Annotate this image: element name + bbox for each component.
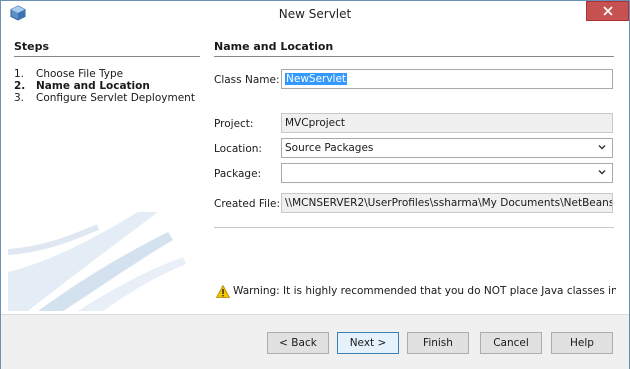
step-item: 3. Configure Servlet Deployment <box>14 92 202 104</box>
panel-divider <box>214 56 614 57</box>
created-file-label: Created File: <box>214 198 280 210</box>
step-label: Configure Servlet Deployment <box>36 92 195 104</box>
step-number: 2. <box>14 80 26 92</box>
chevron-down-icon <box>598 145 606 150</box>
project-label: Project: <box>214 118 254 130</box>
step-label: Choose File Type <box>36 68 124 80</box>
steps-panel: Steps 1. Choose File Type 2. Name and Loca… <box>8 32 203 311</box>
chevron-down-icon <box>598 170 606 175</box>
decorative-swoosh-graphic <box>8 212 186 311</box>
warning-message: Warning: It is highly recommended that y… <box>216 282 616 300</box>
help-button[interactable]: Help <box>551 332 613 354</box>
finish-button[interactable]: Finish <box>407 332 469 354</box>
new-servlet-dialog: New Servlet Steps 1. Choose File Type 2. N… <box>0 0 630 369</box>
button-bar: < Back Next > Finish Cancel Help <box>1 314 629 369</box>
close-button[interactable] <box>586 1 629 21</box>
next-button[interactable]: Next > <box>337 332 399 354</box>
name-and-location-panel: Name and Location Class Name: NewServlet… <box>214 32 619 311</box>
step-number: 3. <box>14 92 25 104</box>
step-item: 1. Choose File Type <box>14 68 202 80</box>
class-name-value: NewServlet <box>285 73 348 85</box>
steps-heading: Steps <box>14 40 50 53</box>
warning-icon <box>216 284 230 298</box>
created-file-field: \\MCNSERVER2\UserProfiles\ssharma\My Doc… <box>281 193 613 213</box>
panel-heading: Name and Location <box>214 40 334 53</box>
class-name-label: Class Name: <box>214 74 280 86</box>
window-title: New Servlet <box>278 7 352 21</box>
step-number: 1. <box>14 68 25 80</box>
title-bar[interactable]: New Servlet <box>1 1 629 27</box>
package-select[interactable] <box>281 163 613 183</box>
steps-list: 1. Choose File Type 2. Name and Location 3… <box>14 68 202 104</box>
steps-divider <box>14 56 200 57</box>
project-field: MVCproject <box>281 113 613 133</box>
step-item-current: 2. Name and Location <box>14 80 202 92</box>
warning-text: Warning: It is highly recommended that y… <box>233 285 616 297</box>
package-label: Package: <box>214 168 262 180</box>
close-icon <box>602 6 613 16</box>
step-label: Name and Location <box>36 80 150 92</box>
cancel-button[interactable]: Cancel <box>480 332 542 354</box>
class-name-input[interactable]: NewServlet <box>281 69 613 89</box>
location-value: Source Packages <box>285 142 374 154</box>
panel-separator <box>214 227 614 228</box>
location-select[interactable]: Source Packages <box>281 138 613 158</box>
back-button[interactable]: < Back <box>267 332 329 354</box>
location-label: Location: <box>214 143 262 155</box>
